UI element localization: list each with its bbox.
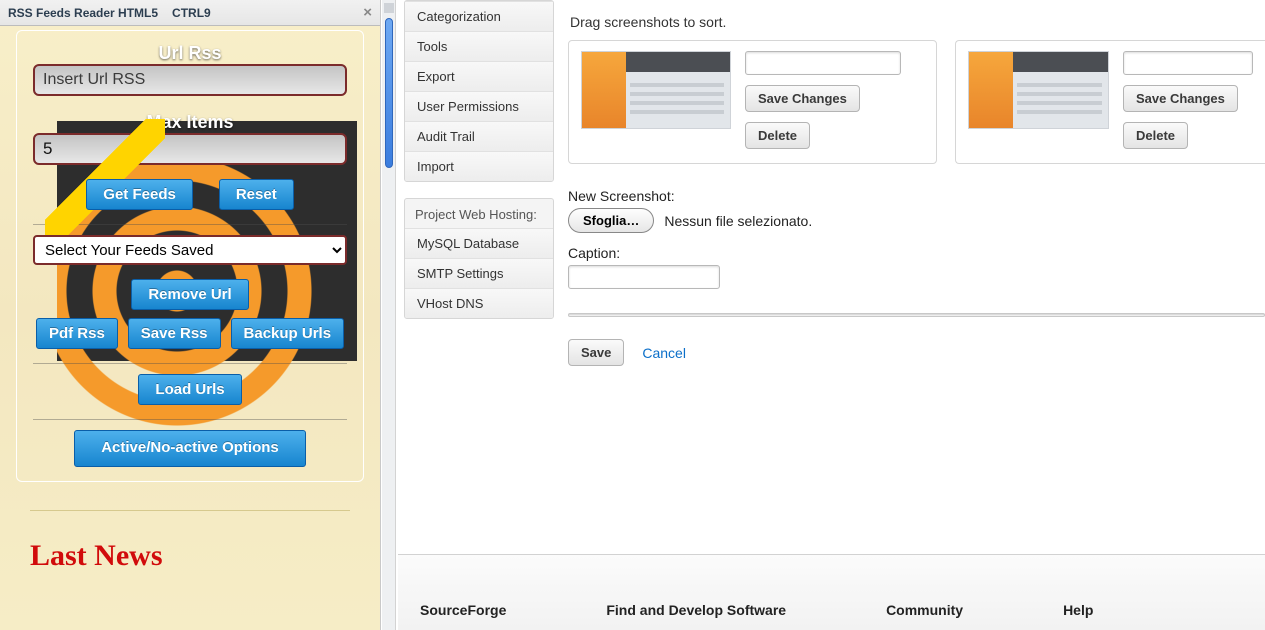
scroll-thumb[interactable] [385, 18, 393, 168]
screenshots-editor: Drag screenshots to sort. Save Changes D… [568, 0, 1265, 540]
screenshot-caption-input[interactable] [745, 51, 901, 75]
extension-popup: RSS Feeds Reader HTML5 CTRL9 × Url Rss M… [0, 0, 381, 630]
sidebar-item-mysql[interactable]: MySQL Database [405, 228, 553, 258]
load-urls-button[interactable]: Load Urls [138, 374, 241, 405]
delete-button[interactable]: Delete [1123, 122, 1188, 149]
sidebar-item-vhost[interactable]: VHost DNS [405, 288, 553, 318]
backup-urls-button[interactable]: Backup Urls [231, 318, 345, 349]
url-rss-input[interactable] [33, 64, 347, 96]
embossed-divider [568, 313, 1265, 317]
sidebar-item-audit-trail[interactable]: Audit Trail [405, 121, 553, 151]
footer-col-find[interactable]: Find and Develop Software [606, 602, 786, 618]
sidebar-item-categorization[interactable]: Categorization [405, 1, 553, 31]
extension-titlebar: RSS Feeds Reader HTML5 CTRL9 × [0, 0, 380, 26]
saved-feeds-select[interactable]: Select Your Feeds Saved [33, 235, 347, 265]
rss-hero-panel: Url Rss Max Items Get Feeds Reset Select… [16, 30, 364, 482]
cancel-link[interactable]: Cancel [642, 345, 686, 361]
get-feeds-button[interactable]: Get Feeds [86, 179, 193, 210]
save-changes-button[interactable]: Save Changes [1123, 85, 1238, 112]
url-rss-label: Url Rss [33, 43, 347, 64]
scroll-up-icon[interactable] [384, 3, 394, 13]
divider [33, 419, 347, 420]
sidebar-item-export[interactable]: Export [405, 61, 553, 91]
save-changes-button[interactable]: Save Changes [745, 85, 860, 112]
toggle-options-button[interactable]: Active/No-active Options [74, 430, 306, 467]
sidebar-item-smtp[interactable]: SMTP Settings [405, 258, 553, 288]
save-button[interactable]: Save [568, 339, 624, 366]
screenshot-caption-input[interactable] [1123, 51, 1253, 75]
screenshot-card[interactable]: Save Changes Delete [568, 40, 937, 164]
caption-label: Caption: [568, 245, 1265, 261]
max-items-label: Max Items [33, 112, 347, 133]
hosting-group-header: Project Web Hosting: [405, 199, 553, 228]
extension-title: RSS Feeds Reader HTML5 [8, 0, 158, 26]
screenshot-thumbnail[interactable] [581, 51, 731, 129]
divider [33, 363, 347, 364]
footer-col-community[interactable]: Community [886, 602, 963, 618]
last-news-heading: Last News [30, 539, 350, 573]
divider [33, 224, 347, 225]
pdf-rss-button[interactable]: Pdf Rss [36, 318, 118, 349]
delete-button[interactable]: Delete [745, 122, 810, 149]
footer-col-sourceforge[interactable]: SourceForge [420, 602, 506, 618]
screenshot-row: Save Changes Delete Save Changes Delete [568, 40, 1265, 164]
file-status-text: Nessun file selezionato. [664, 213, 812, 229]
sidebar-item-import[interactable]: Import [405, 151, 553, 181]
browse-file-button[interactable]: Sfoglia… [568, 208, 654, 233]
sidebar-item-user-permissions[interactable]: User Permissions [405, 91, 553, 121]
admin-sidebar-group-main: Categorization Tools Export User Permiss… [404, 0, 554, 182]
last-news-panel: Last News [30, 510, 350, 620]
close-icon[interactable]: × [363, 0, 372, 26]
save-rss-button[interactable]: Save Rss [128, 318, 221, 349]
sourceforge-footer: SourceForge Find and Develop Software Co… [398, 554, 1265, 630]
page-scrollbar[interactable] [382, 0, 396, 630]
remove-url-button[interactable]: Remove Url [131, 279, 248, 310]
new-screenshot-form: New Screenshot: Sfoglia… Nessun file sel… [568, 188, 1265, 289]
screenshot-thumbnail[interactable] [968, 51, 1109, 129]
sidebar-item-tools[interactable]: Tools [405, 31, 553, 61]
max-items-input[interactable] [33, 133, 347, 165]
reset-button[interactable]: Reset [219, 179, 294, 210]
footer-col-help[interactable]: Help [1063, 602, 1093, 618]
new-screenshot-label: New Screenshot: [568, 188, 1265, 204]
sourceforge-admin: Categorization Tools Export User Permiss… [398, 0, 1265, 630]
admin-sidebar: Categorization Tools Export User Permiss… [404, 0, 554, 335]
admin-sidebar-group-hosting: Project Web Hosting: MySQL Database SMTP… [404, 198, 554, 319]
toggle-options-label: Active/No-active Options [101, 439, 279, 456]
extension-shortcut: CTRL9 [172, 0, 211, 26]
screenshot-card[interactable]: Save Changes Delete [955, 40, 1265, 164]
caption-input[interactable] [568, 265, 720, 289]
sort-instructions: Drag screenshots to sort. [568, 0, 1265, 40]
